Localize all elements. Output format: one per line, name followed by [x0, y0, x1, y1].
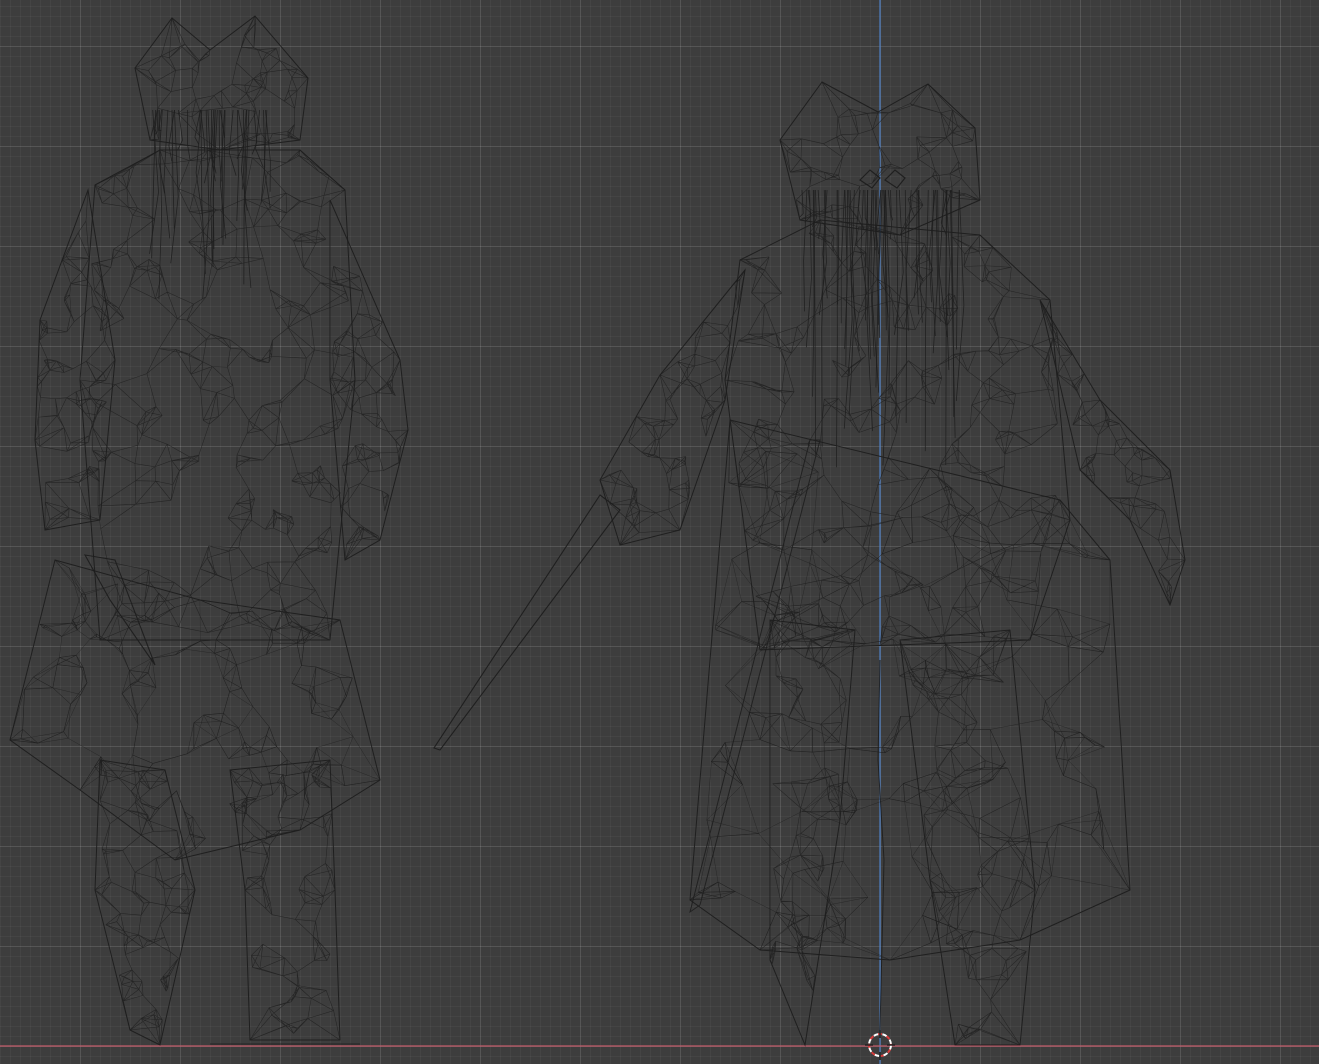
3d-viewport[interactable]	[0, 0, 1319, 1064]
viewport-canvas[interactable]	[0, 0, 1319, 1064]
pirate-character-back-view[interactable]	[9, 15, 409, 1046]
pirate-character-front-view[interactable]	[433, 81, 1186, 1047]
